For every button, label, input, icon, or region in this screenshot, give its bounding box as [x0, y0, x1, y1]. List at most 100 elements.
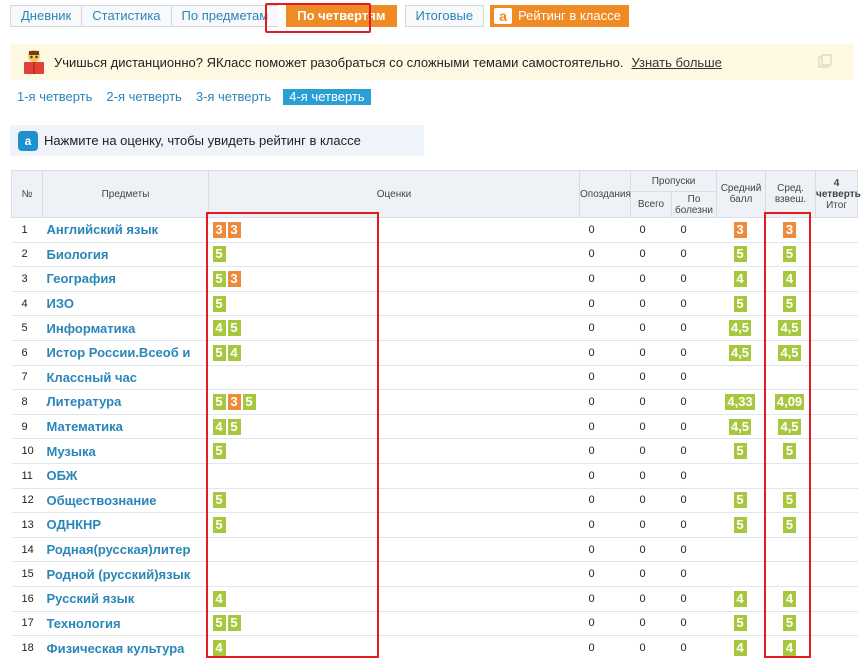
weighted-score: 5 — [783, 246, 797, 263]
subject-link[interactable]: Истор России.Всеоб и — [42, 339, 209, 366]
subject-link[interactable]: Информатика — [42, 315, 209, 341]
subject-link[interactable]: Физическая культура — [42, 635, 209, 661]
weighted-score: 3 — [783, 221, 797, 238]
quarter-nav: 1-я четверть 2-я четверть 3-я четверть 4… — [17, 89, 385, 105]
subject-link[interactable]: ОДНКНР — [42, 512, 209, 538]
final-grade-cell — [815, 635, 858, 661]
absences-sick: 0 — [671, 610, 717, 636]
subject-link[interactable]: ИЗО — [42, 290, 209, 316]
header-late: Опоздания — [579, 170, 631, 218]
quarter-1-link[interactable]: 1-я четверть — [17, 89, 92, 105]
final-grade-cell — [815, 561, 858, 587]
grade-mark[interactable]: 5 — [212, 344, 226, 361]
subject-link[interactable]: Родная(русская)литер — [42, 536, 209, 562]
quarter-4-link[interactable]: 4-я четверть — [283, 89, 371, 105]
header-weighted-line2: взвеш. — [774, 194, 807, 205]
final-grade-cell — [815, 266, 858, 292]
header-absences: Пропуски — [629, 170, 718, 192]
grade-mark[interactable]: 3 — [227, 270, 241, 287]
final-grade-cell — [815, 585, 858, 611]
average-score: 5 — [733, 615, 747, 632]
grade-mark[interactable]: 5 — [212, 270, 226, 287]
grade-mark[interactable]: 5 — [227, 615, 241, 632]
learn-more-link[interactable]: Узнать больше — [632, 55, 722, 70]
tab-by-subject[interactable]: По предметам — [170, 5, 279, 27]
subject-link[interactable]: Литература — [42, 389, 209, 415]
final-grade-cell — [815, 536, 858, 562]
subject-link[interactable]: Родной (русский)язык — [42, 561, 209, 587]
subject-link[interactable]: Музыка — [42, 438, 209, 464]
weighted-cell: 4 — [765, 266, 816, 292]
weighted-cell: 4,09 — [765, 389, 816, 415]
subject-link[interactable]: Обществознание — [42, 487, 209, 513]
tab-statistics[interactable]: Статистика — [81, 5, 171, 27]
absences-total: 0 — [630, 561, 672, 587]
copy-icon[interactable] — [818, 54, 832, 68]
late-count: 0 — [579, 585, 631, 611]
grade-mark[interactable]: 4 — [212, 320, 226, 337]
weighted-score: 4 — [783, 590, 797, 607]
marks-cell: 5 — [208, 241, 580, 267]
grade-mark[interactable]: 4 — [212, 590, 226, 607]
grade-mark[interactable]: 5 — [227, 418, 241, 435]
table-row: 4 ИЗО 5 0 0 0 5 5 — [11, 290, 858, 316]
average-cell: 5 — [716, 241, 766, 267]
header-absences-sick-line2: болезни — [675, 204, 713, 216]
grade-mark[interactable]: 3 — [227, 393, 241, 410]
absences-sick: 0 — [671, 536, 717, 562]
tab-final[interactable]: Итоговые — [404, 5, 485, 27]
table-row: 1 Английский язык 3 3 0 0 0 3 3 — [11, 217, 858, 243]
late-count: 0 — [579, 290, 631, 316]
subject-link[interactable]: География — [42, 266, 209, 292]
subject-link[interactable]: Биология — [42, 241, 209, 267]
grade-mark[interactable]: 5 — [212, 516, 226, 533]
subject-link[interactable]: Классный час — [42, 364, 209, 390]
absences-total: 0 — [630, 438, 672, 464]
marks-cell: 54 — [208, 339, 580, 366]
average-cell: 4,33 — [716, 389, 766, 415]
grade-mark[interactable]: 4 — [227, 344, 241, 361]
subject-link[interactable]: Технология — [42, 610, 209, 636]
grade-mark[interactable]: 5 — [212, 443, 226, 460]
late-count: 0 — [579, 266, 631, 292]
grade-mark[interactable]: 4 — [212, 418, 226, 435]
subject-link[interactable]: Математика — [42, 413, 209, 439]
tab-by-quarter[interactable]: По четвертям — [286, 5, 397, 27]
weighted-cell — [765, 561, 816, 587]
subject-link[interactable]: ОБЖ — [42, 462, 209, 489]
marks-cell: 53 — [208, 266, 580, 292]
quarter-2-link[interactable]: 2-я четверть — [106, 89, 181, 105]
header-weighted: Сред. взвеш. — [765, 170, 817, 218]
absences-sick: 0 — [671, 438, 717, 464]
grade-mark[interactable]: 3 — [212, 221, 226, 238]
grade-mark[interactable]: 5 — [212, 295, 226, 312]
tab-diary[interactable]: Дневник — [10, 5, 82, 27]
weighted-score: 5 — [783, 615, 797, 632]
grade-mark[interactable]: 3 — [227, 221, 241, 238]
grade-mark[interactable]: 5 — [227, 320, 241, 337]
grade-mark[interactable]: 4 — [212, 640, 226, 657]
grade-mark[interactable]: 5 — [212, 492, 226, 509]
late-count: 0 — [579, 438, 631, 464]
row-number: 16 — [11, 585, 43, 611]
grade-mark[interactable]: 5 — [242, 393, 256, 410]
weighted-score: 5 — [783, 516, 797, 533]
marks-cell: 45 — [208, 413, 580, 439]
weighted-score: 4,09 — [774, 393, 805, 410]
quarter-3-link[interactable]: 3-я четверть — [196, 89, 271, 105]
grade-mark[interactable]: 5 — [212, 615, 226, 632]
tab-class-rating[interactable]: a Рейтинг в классе — [490, 5, 629, 27]
header-average-line1: Средний — [720, 183, 762, 194]
row-number: 2 — [11, 241, 43, 267]
header-final-line3: Итог — [826, 199, 847, 211]
late-count: 0 — [579, 635, 631, 661]
marks-cell: 5 — [208, 487, 580, 513]
absences-total: 0 — [630, 266, 672, 292]
table-row: 15 Родной (русский)язык 0 0 0 — [11, 561, 858, 587]
subject-link[interactable]: Русский язык — [42, 585, 209, 611]
grade-mark[interactable]: 5 — [212, 393, 226, 410]
weighted-cell: 4 — [765, 635, 816, 661]
header-final: 4 четверть Итог — [815, 170, 861, 218]
subject-link[interactable]: Английский язык — [42, 217, 209, 243]
grade-mark[interactable]: 5 — [212, 246, 226, 263]
